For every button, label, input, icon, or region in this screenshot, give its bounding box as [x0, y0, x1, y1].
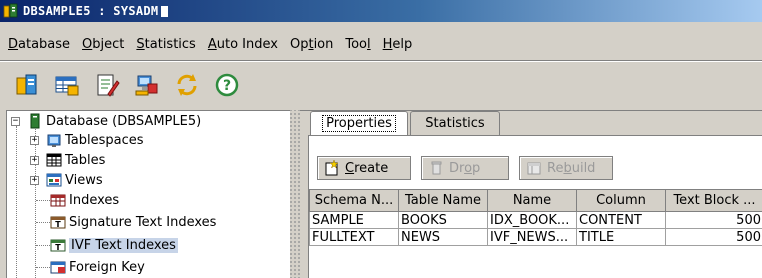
tree-item-label: IVF Text Indexes	[69, 237, 178, 253]
tree-item-signature-text-indexes[interactable]: T Signature Text Indexes	[50, 213, 216, 231]
rebuild-label: Rebuild	[547, 160, 596, 176]
tablespace-icon	[47, 134, 61, 147]
tree-item-label: Tables	[65, 152, 106, 168]
edit-document-icon	[97, 74, 120, 97]
window-title: DBSAMPLE5 : SYSADM	[23, 4, 159, 18]
drop-label: Drop	[449, 160, 481, 176]
tab-properties[interactable]: Properties	[310, 111, 408, 135]
edit-document-button[interactable]	[92, 70, 122, 100]
collapse-icon[interactable]: −	[11, 116, 20, 126]
menu-statistics[interactable]: Statistics	[130, 35, 201, 54]
cell-name: IVF_NEWS...	[487, 228, 577, 246]
signature-text-index-icon: T	[50, 216, 66, 229]
column-header-schema[interactable]: Schema N...	[309, 189, 399, 212]
pane-splitter[interactable]	[290, 110, 300, 278]
create-icon	[325, 160, 339, 176]
expand-icon[interactable]: +	[30, 175, 39, 185]
tree-item-tables[interactable]: + Tables	[30, 151, 105, 169]
tree-connector	[36, 245, 50, 246]
network-computer-icon	[135, 75, 158, 96]
table-tool-icon	[55, 76, 79, 96]
menu-help[interactable]: Help	[377, 35, 419, 54]
column-header-column[interactable]: Column	[576, 189, 666, 212]
network-computer-button[interactable]	[132, 70, 162, 100]
help-icon: ?	[215, 73, 239, 97]
svg-text:T: T	[55, 220, 61, 229]
tree-connector	[16, 126, 17, 278]
tree-root-label: Database (DBSAMPLE5)	[46, 113, 202, 129]
cell-schema: FULLTEXT	[309, 228, 399, 246]
index-icon	[50, 194, 66, 207]
ivf-text-index-icon: T	[50, 239, 66, 252]
menu-option[interactable]: Option	[284, 35, 339, 54]
database-tool-icon	[16, 74, 37, 95]
create-label: Create	[345, 160, 389, 176]
database-tool-button[interactable]	[12, 70, 42, 100]
properties-panel: Create Drop Rebuild Schema N... Table Na…	[308, 135, 762, 278]
foreign-key-icon	[50, 261, 66, 274]
create-button[interactable]: Create	[317, 156, 411, 180]
tab-statistics[interactable]: Statistics	[410, 111, 500, 135]
table-header-row: Schema N... Table Name Name Column Text …	[309, 189, 762, 212]
expand-icon[interactable]: +	[30, 155, 39, 165]
tree-root[interactable]: − Database (DBSAMPLE5)	[11, 112, 201, 130]
tree-item-views[interactable]: + Views	[30, 171, 103, 189]
svg-text:T: T	[55, 243, 61, 252]
view-icon	[46, 173, 62, 187]
tree-item-tablespaces[interactable]: + Tablespaces	[30, 131, 144, 149]
app-icon	[3, 3, 18, 18]
drop-icon	[431, 161, 442, 175]
tree-connector	[36, 200, 50, 201]
title-bar: DBSAMPLE5 : SYSADM	[0, 0, 762, 22]
column-header-table-name[interactable]: Table Name	[398, 189, 488, 212]
drop-button[interactable]: Drop	[421, 156, 509, 180]
menu-bar: Database Object Statistics Auto Index Op…	[0, 31, 762, 57]
title-cursor	[161, 5, 169, 17]
menu-separator	[0, 60, 762, 62]
database-tree: − Database (DBSAMPLE5) + Tablespaces + T…	[6, 110, 290, 278]
cell-table-name: BOOKS	[398, 211, 488, 229]
tree-item-label: Indexes	[69, 192, 120, 208]
menu-auto-index[interactable]: Auto Index	[202, 35, 284, 54]
refresh-button[interactable]	[172, 70, 202, 100]
tree-item-label: Signature Text Indexes	[69, 214, 217, 230]
menu-tool[interactable]: Tool	[339, 35, 376, 54]
table-icon	[46, 153, 62, 167]
table-row[interactable]: SAMPLE BOOKS IDX_BOOK... CONTENT 500	[309, 211, 762, 229]
database-icon	[30, 113, 40, 129]
tree-item-label: Foreign Key	[69, 259, 145, 275]
tree-item-indexes[interactable]: Indexes	[50, 191, 119, 209]
cell-text-block: 500	[665, 211, 762, 229]
tree-item-label: Tablespaces	[65, 132, 144, 148]
cell-name: IDX_BOOK...	[487, 211, 577, 229]
table-tool-button[interactable]	[52, 70, 82, 100]
menu-database[interactable]: Database	[2, 35, 76, 54]
cell-column: CONTENT	[576, 211, 666, 229]
column-header-text-block[interactable]: Text Block ...	[665, 189, 762, 212]
cell-schema: SAMPLE	[309, 211, 399, 229]
rebuild-button[interactable]: Rebuild	[519, 156, 613, 180]
tree-item-ivf-text-indexes[interactable]: T IVF Text Indexes	[50, 236, 178, 254]
cell-column: TITLE	[576, 228, 666, 246]
cell-table-name: NEWS	[398, 228, 488, 246]
tree-item-label: Views	[65, 172, 103, 188]
svg-text:?: ?	[223, 78, 231, 94]
tree-connector	[36, 222, 50, 223]
help-button[interactable]: ?	[212, 70, 242, 100]
rebuild-icon	[527, 162, 541, 175]
tab-label: Statistics	[425, 116, 485, 131]
menu-object[interactable]: Object	[76, 35, 130, 54]
cell-text-block: 500	[665, 228, 762, 246]
tree-connector	[36, 267, 50, 268]
table-row[interactable]: FULLTEXT NEWS IVF_NEWS... TITLE 500	[309, 228, 762, 246]
details-pane: Properties Statistics Create Drop Rebuil…	[300, 110, 762, 278]
expand-icon[interactable]: +	[30, 135, 39, 145]
toolbar: ?	[0, 66, 762, 104]
refresh-icon	[177, 74, 197, 96]
tree-item-foreign-key[interactable]: Foreign Key	[50, 258, 145, 276]
tab-label: Properties	[322, 115, 396, 132]
column-header-name[interactable]: Name	[487, 189, 577, 212]
text-index-table: Schema N... Table Name Name Column Text …	[309, 189, 762, 246]
